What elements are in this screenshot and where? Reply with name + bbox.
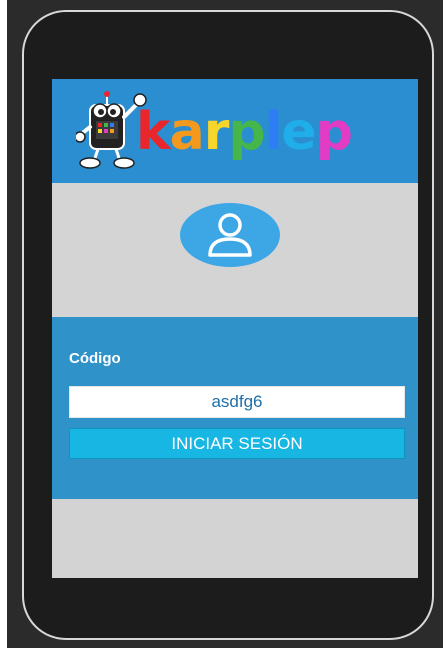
background-strip — [0, 0, 7, 648]
app-header: karplep — [52, 79, 418, 183]
logo-letter: r — [203, 102, 230, 162]
app-screen: karplep Código INICIAR SESIÓN — [52, 79, 418, 578]
avatar-section — [52, 183, 418, 317]
code-input[interactable] — [69, 386, 405, 418]
logo-letter: a — [169, 102, 205, 162]
app-logo-wordmark: karplep — [136, 97, 353, 167]
logo-letter: l — [264, 102, 283, 162]
logo-letter: p — [315, 102, 353, 162]
logo-letter: e — [281, 102, 316, 162]
bottom-filler — [52, 499, 418, 578]
code-label: Código — [69, 350, 121, 367]
logo-letter: k — [136, 102, 171, 162]
logo-letter: p — [228, 102, 265, 162]
user-avatar-icon — [180, 203, 280, 267]
login-button[interactable]: INICIAR SESIÓN — [69, 428, 405, 459]
login-form: Código INICIAR SESIÓN — [52, 317, 418, 499]
